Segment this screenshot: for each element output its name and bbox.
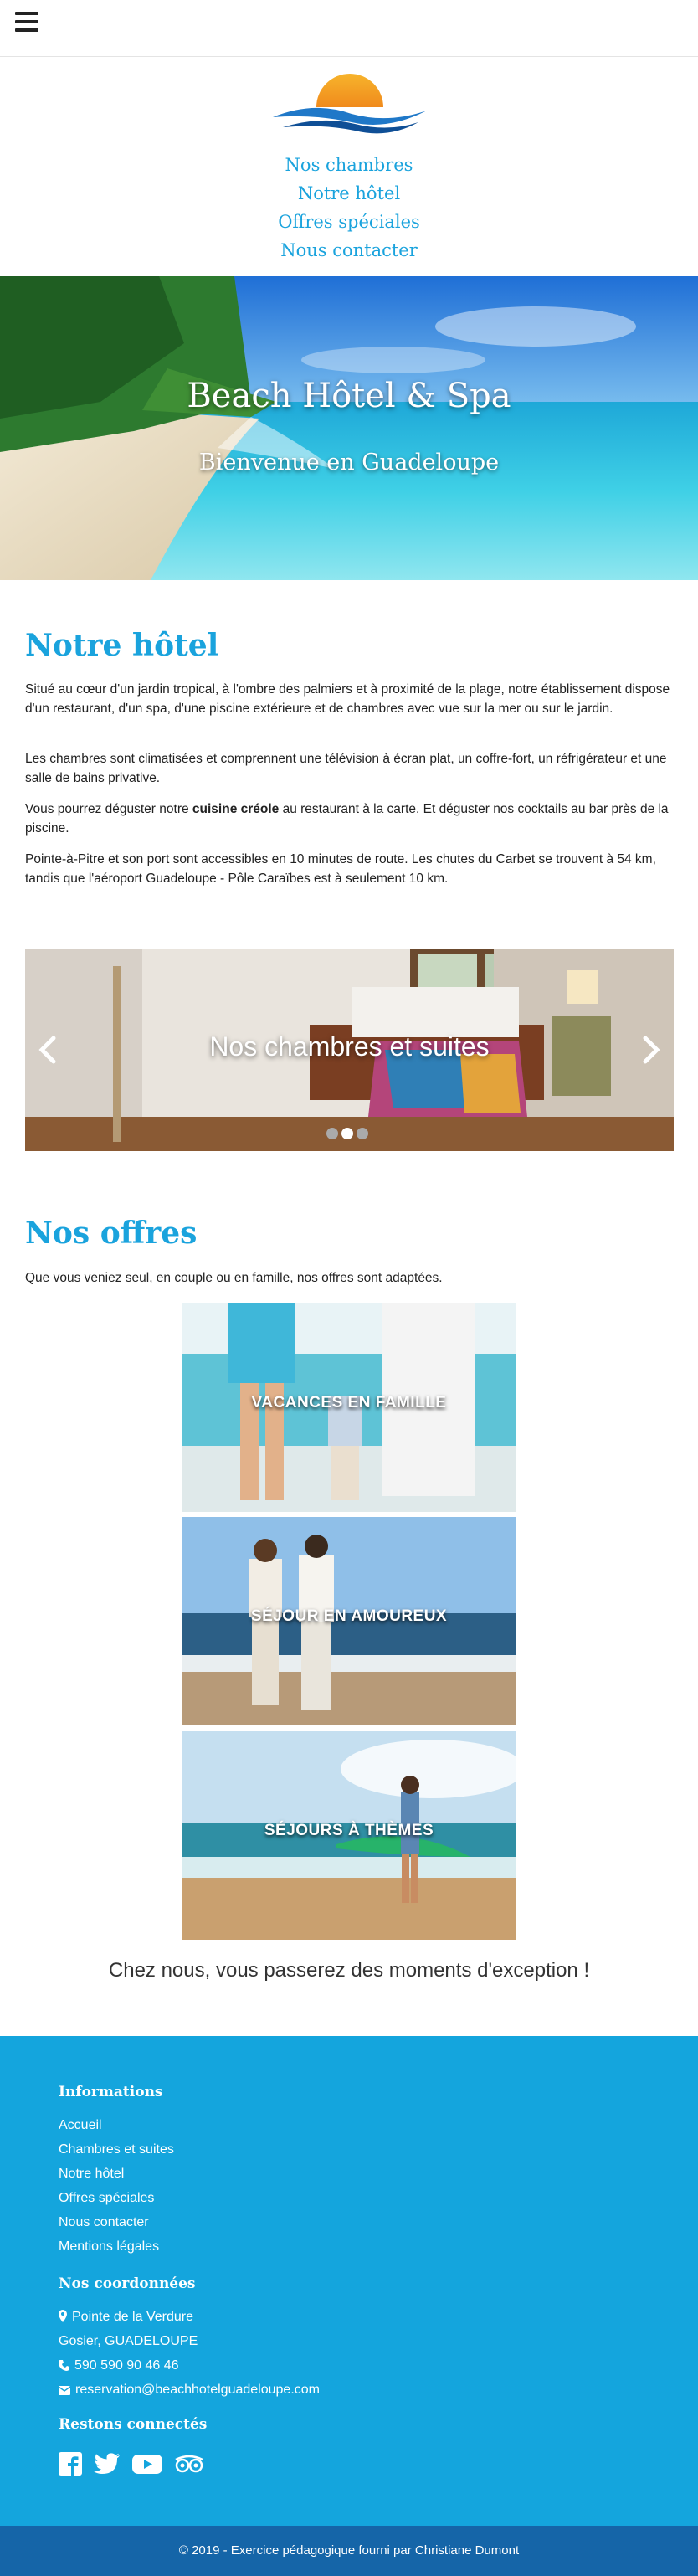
tagline: Chez nous, vous passerez des moments d'e… — [108, 1959, 590, 1982]
hamburger-menu-icon[interactable] — [15, 11, 40, 33]
nav-item-notre-hotel[interactable]: Notre hôtel — [0, 179, 698, 208]
hotel-paragraph-4: Pointe-à-Pitre et son port sont accessib… — [25, 852, 656, 886]
main-nav: Nos chambres Notre hôtel Offres spéciale… — [0, 151, 698, 265]
facebook-icon[interactable] — [59, 2452, 82, 2477]
address-line-1: Pointe de la Verdure — [59, 2310, 193, 2327]
offer-label-famille: VACANCES EN FAMILLE — [251, 1394, 447, 1411]
footer-link-chambres[interactable]: Chambres et suites — [59, 2142, 174, 2157]
carousel-indicators — [326, 1128, 372, 1144]
email-address[interactable]: reservation@beachhotelguadeloupe.com — [75, 2383, 320, 2397]
hero-subtitle: Bienvenue en Guadeloupe — [198, 450, 500, 476]
address-line-1-text: Pointe de la Verdure — [72, 2310, 193, 2324]
phone-icon — [59, 2360, 69, 2375]
copyright-bar: © 2019 - Exercice pédagogique fourni par… — [0, 2526, 698, 2576]
nav-item-nos-chambres[interactable]: Nos chambres — [0, 151, 698, 179]
hotel-paragraph-1: Situé au cœur d'un jardin tropical, à l'… — [25, 682, 670, 716]
hotel-paragraph-3-start: Vous pourrez déguster notre — [25, 802, 192, 816]
footer-social-heading: Restons connectés — [59, 2416, 208, 2433]
beach-hero-image — [0, 276, 698, 580]
carousel-dot-1[interactable] — [326, 1128, 338, 1139]
offer-label-amoureux: SÉJOUR EN AMOUREUX — [250, 1607, 448, 1625]
email-line: reservation@beachhotelguadeloupe.com — [58, 2383, 320, 2399]
footer-link-contact[interactable]: Nous contacter — [59, 2215, 149, 2230]
offer-card-amoureux[interactable]: SÉJOUR EN AMOUREUX — [182, 1517, 516, 1725]
twitter-icon[interactable] — [94, 2452, 121, 2477]
map-marker-icon — [59, 2310, 67, 2327]
offer-card-themes[interactable]: SÉJOURS À THÈMES — [182, 1731, 516, 1940]
offers-intro: Que vous veniez seul, en couple ou en fa… — [25, 1271, 443, 1285]
chevron-left-icon[interactable] — [35, 1033, 60, 1067]
address-line-2: Gosier, GUADELOUPE — [59, 2334, 198, 2348]
carousel-dot-2[interactable] — [341, 1128, 353, 1139]
carousel-caption: Nos chambres et suites — [209, 1031, 490, 1062]
top-bar — [0, 0, 698, 57]
hotel-paragraph-2: Les chambres sont climatisées et compren… — [25, 752, 667, 785]
hero-title: Beach Hôtel & Spa — [187, 377, 511, 415]
hotel-paragraph-3: Vous pourrez déguster notre cuisine créo… — [25, 800, 675, 838]
carousel-dot-3[interactable] — [357, 1128, 368, 1139]
footer-contact-heading: Nos coordonnées — [59, 2275, 196, 2292]
envelope-icon — [58, 2384, 71, 2399]
sunset-waves-logo[interactable] — [271, 72, 429, 136]
hero-banner: Beach Hôtel & Spa Bienvenue en Guadeloup… — [0, 276, 698, 580]
offers-heading: Nos offres — [25, 1216, 198, 1251]
offer-card-famille[interactable]: VACANCES EN FAMILLE — [182, 1303, 516, 1512]
hotel-heading: Notre hôtel — [25, 628, 219, 663]
cuisine-creole-highlight: cuisine créole — [192, 802, 280, 816]
chevron-right-icon[interactable] — [639, 1033, 664, 1067]
footer-link-offres[interactable]: Offres spéciales — [59, 2191, 154, 2206]
rooms-carousel[interactable]: Nos chambres et suites — [25, 949, 674, 1151]
footer-link-accueil[interactable]: Accueil — [59, 2118, 102, 2133]
youtube-icon[interactable] — [132, 2452, 162, 2477]
offer-label-themes: SÉJOURS À THÈMES — [264, 1822, 434, 1839]
footer-info-heading: Informations — [59, 2084, 163, 2100]
footer-link-mentions[interactable]: Mentions légales — [59, 2239, 159, 2255]
footer-link-notre-hotel[interactable]: Notre hôtel — [59, 2167, 124, 2182]
nav-item-offres-speciales[interactable]: Offres spéciales — [0, 208, 698, 236]
nav-item-nous-contacter[interactable]: Nous contacter — [0, 236, 698, 265]
tripadvisor-icon[interactable] — [174, 2452, 204, 2477]
phone-line: 590 590 90 46 46 — [59, 2358, 179, 2375]
phone-number[interactable]: 590 590 90 46 46 — [74, 2358, 179, 2373]
